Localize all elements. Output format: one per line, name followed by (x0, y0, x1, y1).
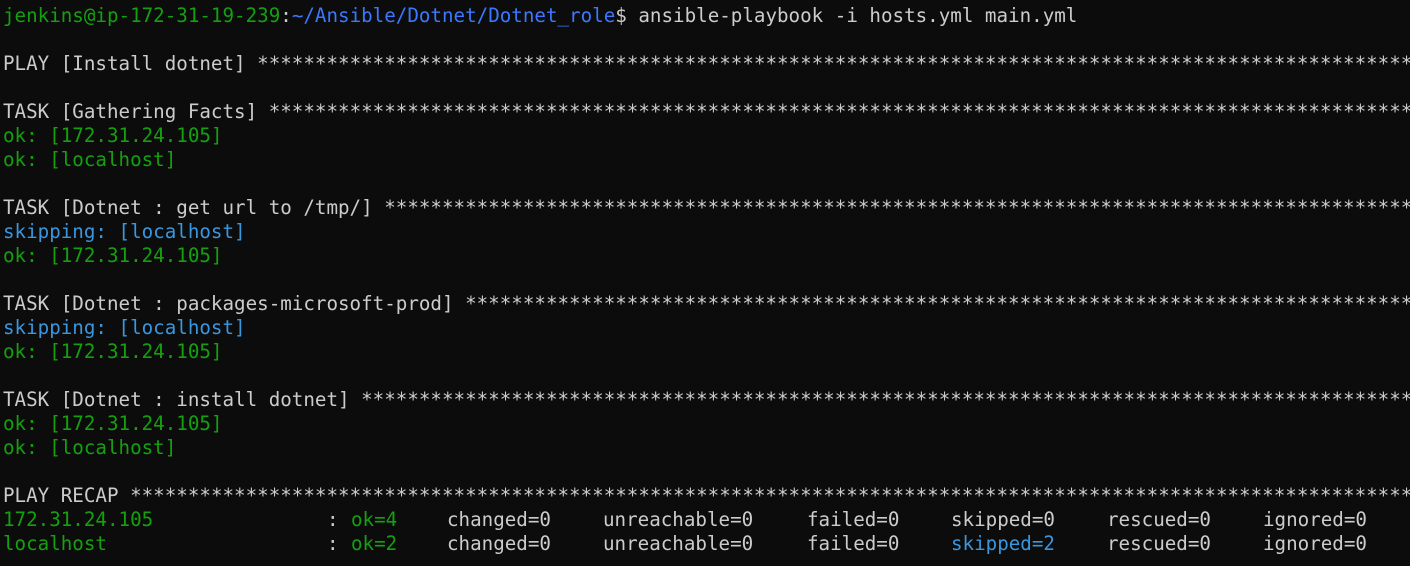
recap-host-name: localhost (3, 532, 107, 555)
recap-colon: : (327, 532, 339, 555)
result-status: skipping: (3, 316, 107, 339)
recap-host-name: 172.31.24.105 (3, 508, 154, 531)
task-result-line: skipping: [localhost] (3, 316, 1410, 340)
recap-changed-count: changed=0 (447, 532, 551, 555)
result-status: skipping: (3, 220, 107, 243)
terminal-window[interactable]: jenkins@ip-172-31-19-239:~/Ansible/Dotne… (0, 0, 1410, 566)
section-header-stars: ****************************************… (130, 484, 1410, 507)
result-status: ok: (3, 244, 38, 267)
prompt-symbol: $ (615, 4, 627, 27)
recap-skipped-count: skipped=2 (951, 532, 1055, 555)
recap-colon: : (327, 508, 339, 531)
command-prompt-line: jenkins@ip-172-31-19-239:~/Ansible/Dotne… (3, 4, 1410, 28)
prompt-separator: : (280, 4, 292, 27)
task-result-line: ok: [172.31.24.105] (3, 244, 1410, 268)
recap-failed-count: failed=0 (807, 532, 900, 555)
section-header-line: PLAY [Install dotnet] ******************… (3, 52, 1410, 76)
result-status: ok: (3, 436, 38, 459)
recap-ok-count: ok=2 (351, 532, 398, 555)
result-status: ok: (3, 412, 38, 435)
recap-rescued-count: rescued=0 (1107, 532, 1211, 555)
recap-unreachable-count: unreachable=0 (603, 508, 754, 531)
section-header-line: TASK [Dotnet : install dotnet] *********… (3, 388, 1410, 412)
task-result-line: ok: [localhost] (3, 148, 1410, 172)
section-header-title: TASK [Dotnet : get url to /tmp/] (3, 196, 385, 219)
section-header-stars: ****************************************… (257, 52, 1410, 75)
section-header-title: TASK [Dotnet : packages-microsoft-prod] (3, 292, 466, 315)
task-result-line: ok: [172.31.24.105] (3, 124, 1410, 148)
task-result-line: ok: [172.31.24.105] (3, 340, 1410, 364)
task-result-line: ok: [172.31.24.105] (3, 412, 1410, 436)
result-host: [localhost] (106, 316, 246, 339)
result-host: [172.31.24.105] (37, 412, 223, 435)
prompt-user-host: jenkins@ip-172-31-19-239 (3, 4, 281, 27)
section-header-title: TASK [Gathering Facts] (3, 100, 269, 123)
task-result-line: skipping: [localhost] (3, 220, 1410, 244)
section-header-line: TASK [Dotnet : get url to /tmp/] *******… (3, 196, 1410, 220)
section-header-line: PLAY RECAP *****************************… (3, 484, 1410, 508)
section-header-line: TASK [Gathering Facts] *****************… (3, 100, 1410, 124)
result-status: ok: (3, 124, 38, 147)
recap-skipped-count: skipped=0 (951, 508, 1055, 531)
recap-ignored-count: ignored=0 (1263, 508, 1367, 531)
section-header-line: TASK [Dotnet : packages-microsoft-prod] … (3, 292, 1410, 316)
terminal-output: jenkins@ip-172-31-19-239:~/Ansible/Dotne… (3, 4, 1410, 556)
recap-ok-count: ok=4 (351, 508, 398, 531)
result-status: ok: (3, 148, 38, 171)
recap-failed-count: failed=0 (807, 508, 900, 531)
section-header-stars: ****************************************… (384, 196, 1410, 219)
result-host: [172.31.24.105] (37, 244, 223, 267)
result-host: [localhost] (106, 220, 246, 243)
result-host: [localhost] (37, 148, 177, 171)
section-header-title: TASK [Dotnet : install dotnet] (3, 388, 362, 411)
result-host: [localhost] (37, 436, 177, 459)
result-host: [172.31.24.105] (37, 124, 223, 147)
prompt-command: ansible-playbook -i hosts.yml main.yml (626, 4, 1078, 27)
recap-row: 172.31.24.105: ok=4 changed=0 unreachable=0… (3, 508, 1410, 532)
task-result-line: ok: [localhost] (3, 436, 1410, 460)
recap-row: localhost: ok=2 changed=0 unreachable=0 fail… (3, 532, 1410, 556)
section-header-title: PLAY RECAP (3, 484, 131, 507)
section-header-stars: ****************************************… (268, 100, 1410, 123)
section-header-stars: ****************************************… (465, 292, 1410, 315)
recap-ignored-count: ignored=0 (1263, 532, 1367, 555)
recap-changed-count: changed=0 (447, 508, 551, 531)
prompt-path: ~/Ansible/Dotnet/Dotnet_role (291, 4, 616, 27)
recap-rescued-count: rescued=0 (1107, 508, 1211, 531)
result-status: ok: (3, 340, 38, 363)
recap-unreachable-count: unreachable=0 (603, 532, 754, 555)
section-header-stars: ****************************************… (361, 388, 1410, 411)
section-header-title: PLAY [Install dotnet] (3, 52, 258, 75)
result-host: [172.31.24.105] (37, 340, 223, 363)
